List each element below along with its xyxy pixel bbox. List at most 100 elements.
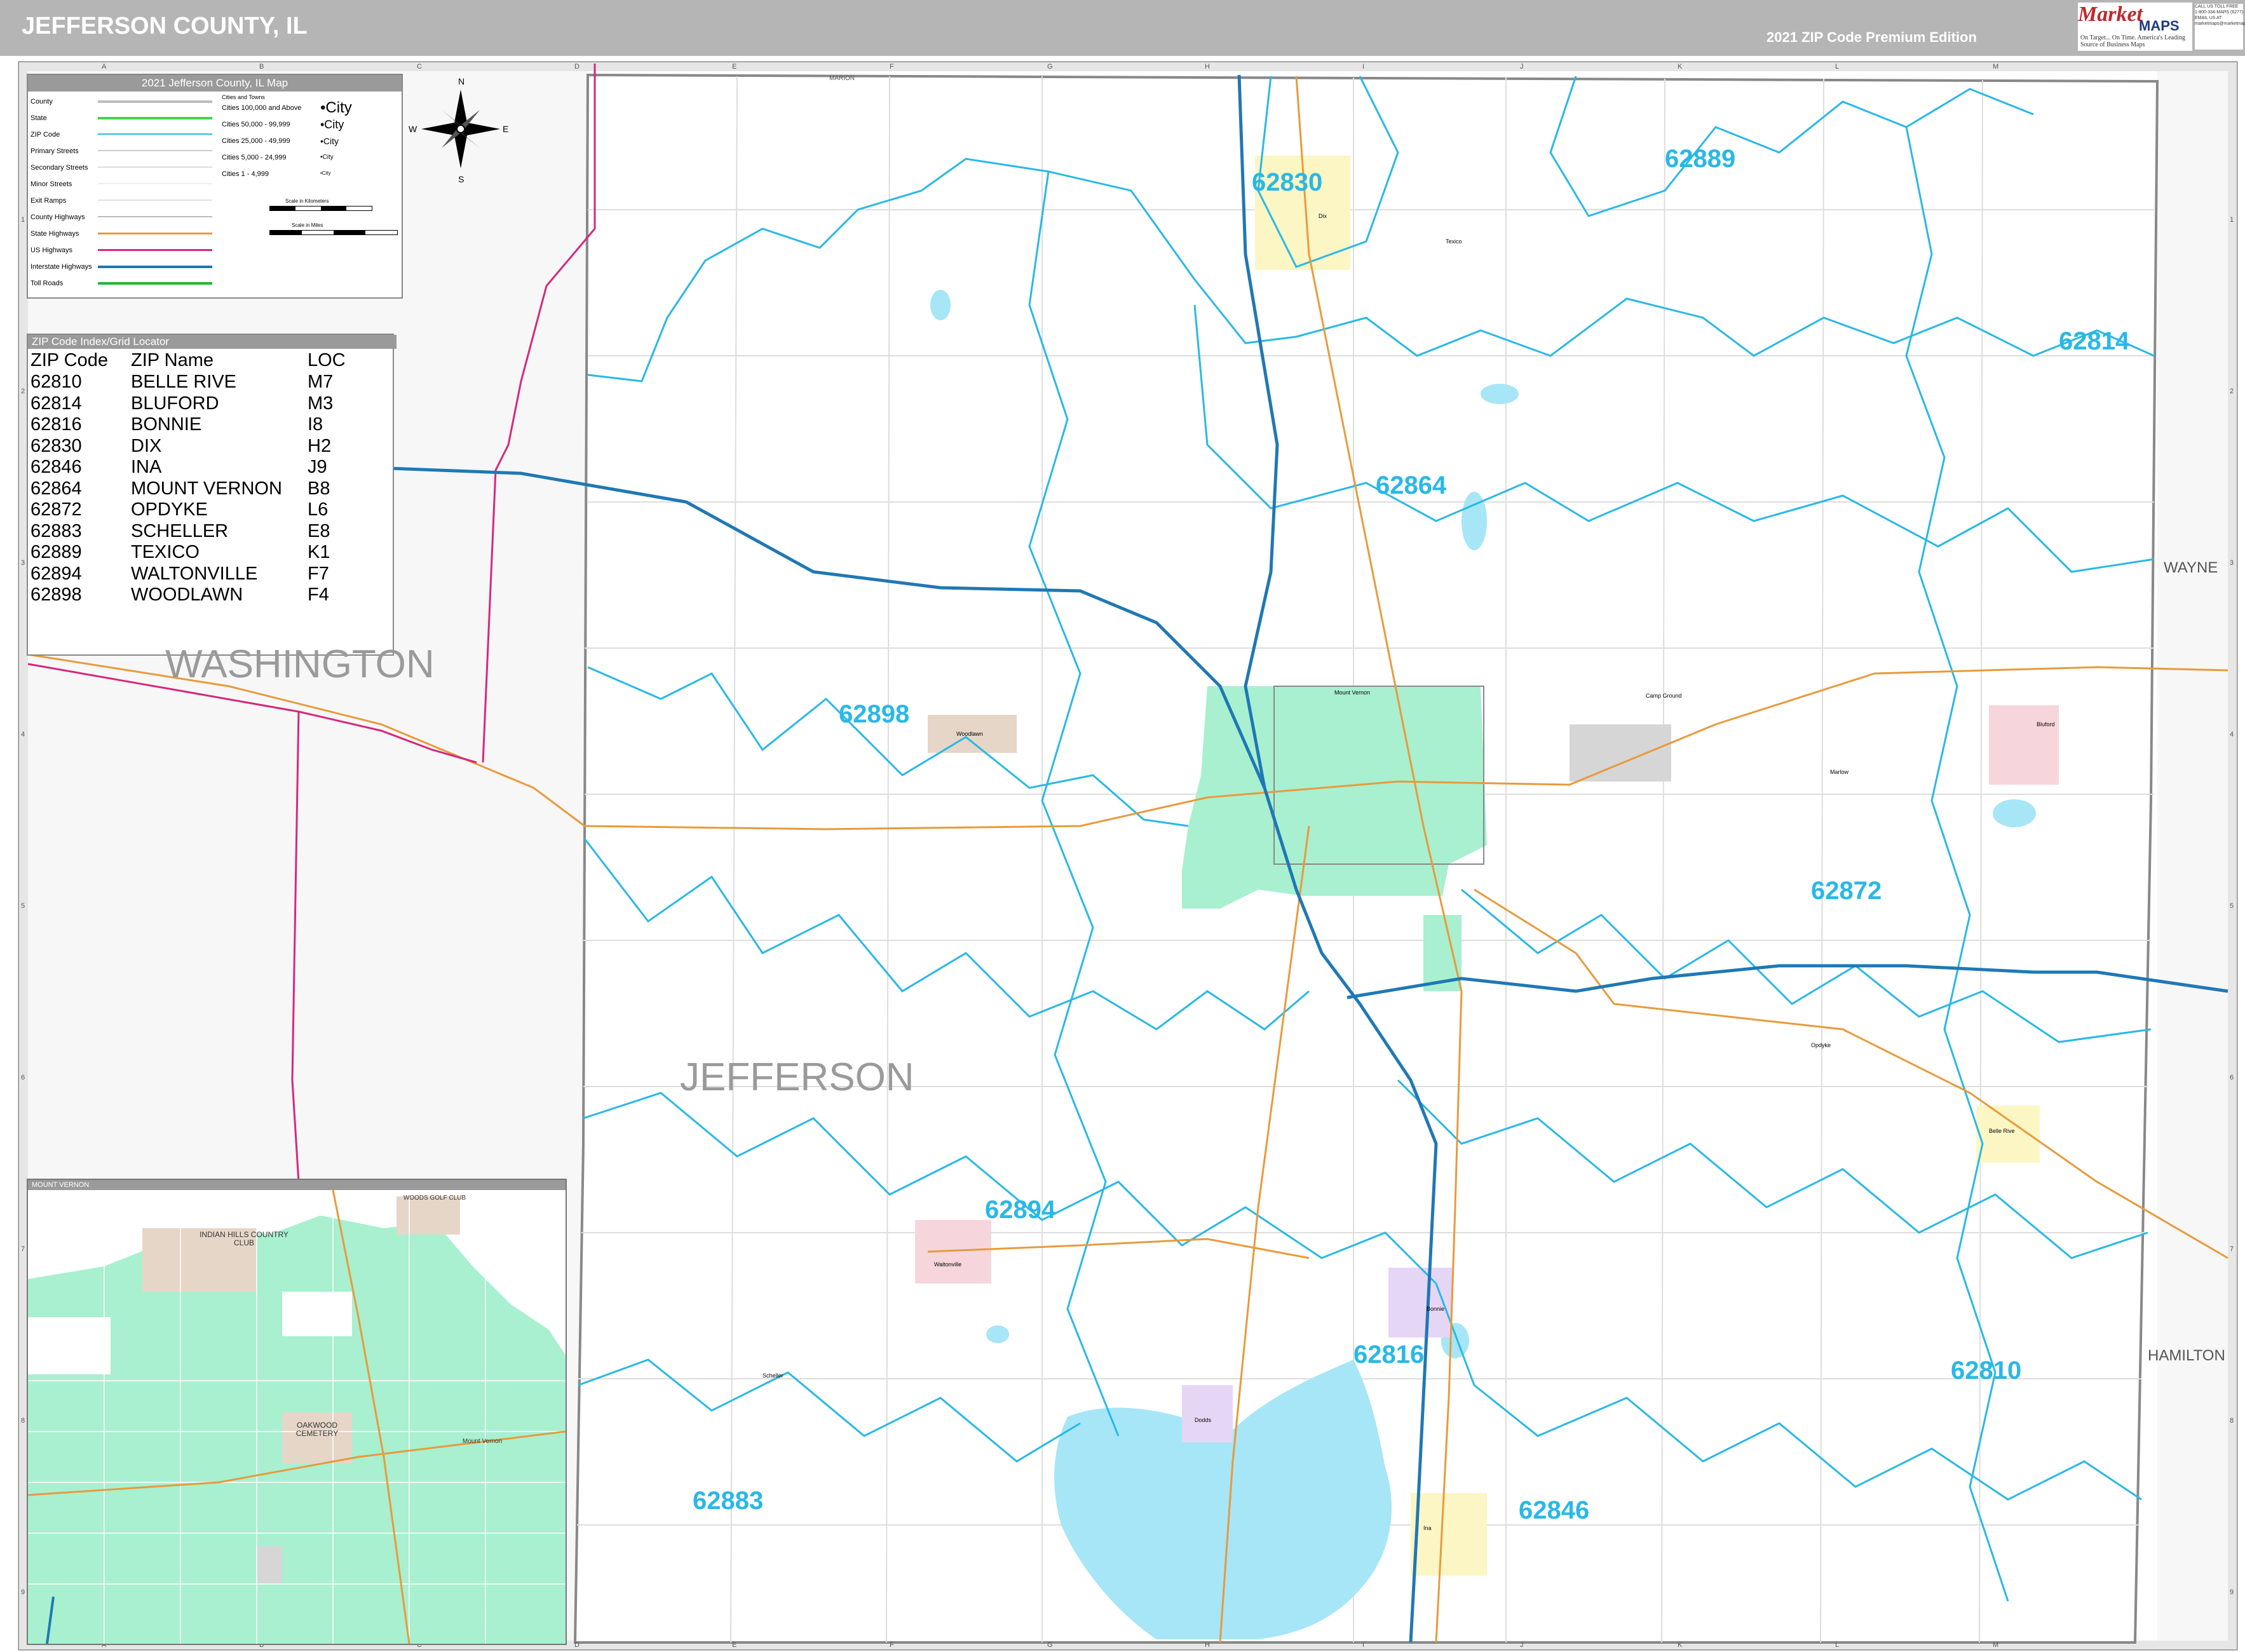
zip-label: 62830: [1252, 168, 1323, 196]
legend-city-sample: •City: [320, 118, 344, 131]
legend-city-sample: •City: [320, 99, 352, 116]
grid-col-label: H: [1205, 1641, 1210, 1649]
zip-index-name: BELLE RIVE: [131, 372, 237, 392]
legend-swatch-state: [98, 117, 212, 119]
legend-city-class: Cities 25,000 - 49,999: [222, 137, 290, 145]
grid-col-label: M: [1993, 1641, 1999, 1649]
grid-col-label: L: [1835, 1641, 1840, 1649]
legend-city-sample: •City: [320, 170, 331, 176]
legend-label: County: [31, 98, 53, 105]
grid-col-label: F: [890, 1641, 894, 1649]
zip-label: 62883: [693, 1487, 764, 1515]
zip-index-loc: B8: [308, 478, 330, 499]
zip-index-code: 62889: [31, 542, 82, 562]
compass-e: E: [503, 124, 508, 134]
zip-label: 62898: [839, 700, 910, 728]
inset-title: MOUNT VERNON: [28, 1180, 566, 1190]
grid-row-label: 4: [2230, 731, 2234, 738]
legend-city-class: Cities 100,000 and Above: [222, 104, 302, 112]
legend-swatch-us-hwy: [98, 249, 212, 251]
legend-swatch-state-hwy: [98, 233, 212, 234]
legend-title: 2021 Jefferson County, IL Map: [28, 75, 402, 91]
grid-row-label: 8: [2230, 1417, 2234, 1425]
inset-label-city: Mount Vernon: [462, 1438, 503, 1445]
grid-bar-top: [19, 62, 2237, 71]
legend-scale-mi-bar: [269, 230, 398, 235]
bluford-area: [1989, 705, 2059, 785]
legend-city-class: Cities 1 - 4,999: [222, 170, 269, 178]
town-label: Belle Rive: [1989, 1128, 2015, 1134]
town-label: Bonnie: [1427, 1306, 1445, 1312]
zip-index-name: WOODLAWN: [131, 585, 243, 605]
compass-n: N: [458, 76, 465, 86]
dodds-area: [1182, 1385, 1233, 1442]
grid-col-label: E: [732, 63, 737, 71]
grid-row-label: 8: [21, 1417, 25, 1425]
zip-label: 62894: [985, 1196, 1056, 1224]
zip-index-name: MOUNT VERNON: [131, 478, 282, 499]
legend-label: Toll Roads: [31, 280, 64, 287]
legend-label: State: [31, 114, 47, 122]
zip-index-header-name: ZIP Name: [131, 350, 214, 370]
zip-index-loc: M3: [308, 393, 334, 414]
compass-s: S: [458, 174, 464, 184]
legend-label: Secondary Streets: [31, 164, 88, 172]
county-label-marion: MARION: [829, 75, 855, 82]
grid-col-label: J: [1520, 1641, 1524, 1649]
legend-city-sample: •City: [320, 136, 339, 146]
legend-swatch-county-hwy: [98, 216, 212, 217]
legend-swatch-ramps: [98, 200, 212, 201]
legend-swatch-minor: [98, 183, 212, 184]
grid-col-label: D: [574, 63, 580, 71]
grid-row-label: 5: [2230, 902, 2234, 910]
zip-index-code: 62883: [31, 520, 82, 541]
zip-index-code: 62894: [31, 563, 82, 584]
grid-col-label: B: [259, 63, 264, 71]
zip-index-loc: F7: [308, 563, 329, 584]
zip-index-code: 62846: [31, 457, 82, 477]
grid-row-label: 3: [2230, 559, 2234, 567]
lake: [1481, 384, 1519, 404]
legend-swatch-zip: [98, 133, 212, 135]
town-label: Dodds: [1195, 1417, 1212, 1423]
legend-swatch-interstate: [98, 266, 212, 268]
inset-label-country-club: INDIAN HILLS COUNTRY CLUB: [200, 1230, 288, 1247]
mount-vernon-inset[interactable]: MOUNT VERNON INDIAN HILLS COUNTRY CLUB W…: [27, 1179, 567, 1645]
zip-index-code: 62864: [31, 478, 82, 499]
legend-label: US Highways: [31, 247, 73, 254]
legend-label: ZIP Code: [31, 131, 60, 139]
grid-col-label: M: [1993, 63, 1999, 71]
grid-col-label: H: [1205, 63, 1210, 71]
zip-index-code: 62830: [31, 435, 82, 456]
grid-col-label: G: [1047, 1641, 1053, 1649]
grid-col-label: I: [1362, 1641, 1365, 1649]
lake: [986, 1325, 1009, 1343]
grid-col-label: J: [1520, 63, 1524, 71]
grid-col-label: C: [417, 63, 422, 71]
county-label-hamilton: HAMILTON: [2148, 1347, 2225, 1364]
grid-row-label: 6: [21, 1074, 25, 1081]
town-label: Scheller: [763, 1372, 783, 1379]
zip-index-title: ZIP Code Index/Grid Locator: [28, 335, 397, 349]
zip-label: 62872: [1811, 877, 1882, 905]
grid-row-label: 1: [21, 216, 25, 224]
compass-w: W: [409, 124, 417, 134]
grid-col-label: K: [1678, 1641, 1683, 1649]
zip-index-code: 62814: [31, 393, 82, 414]
town-label: Dix: [1319, 213, 1327, 219]
legend-swatch-county: [98, 100, 212, 103]
zip-index-loc: H2: [308, 435, 332, 456]
county-label-jefferson: JEFFERSON: [680, 1055, 914, 1099]
grid-row-label: 9: [21, 1588, 25, 1596]
town-label: Waltonville: [934, 1261, 962, 1268]
grid-row-label: 3: [21, 559, 25, 567]
zip-label: 62864: [1376, 471, 1447, 499]
zip-index-name: INA: [131, 457, 162, 477]
grid-row-label: 6: [2230, 1074, 2234, 1081]
grid-row-label: 9: [2230, 1588, 2234, 1596]
grid-row-label: 7: [2230, 1245, 2234, 1253]
grid-row-label: 5: [21, 902, 25, 910]
lake: [1993, 799, 2036, 827]
grid-row-label: 4: [21, 731, 25, 738]
zip-index-code: 62872: [31, 499, 82, 520]
